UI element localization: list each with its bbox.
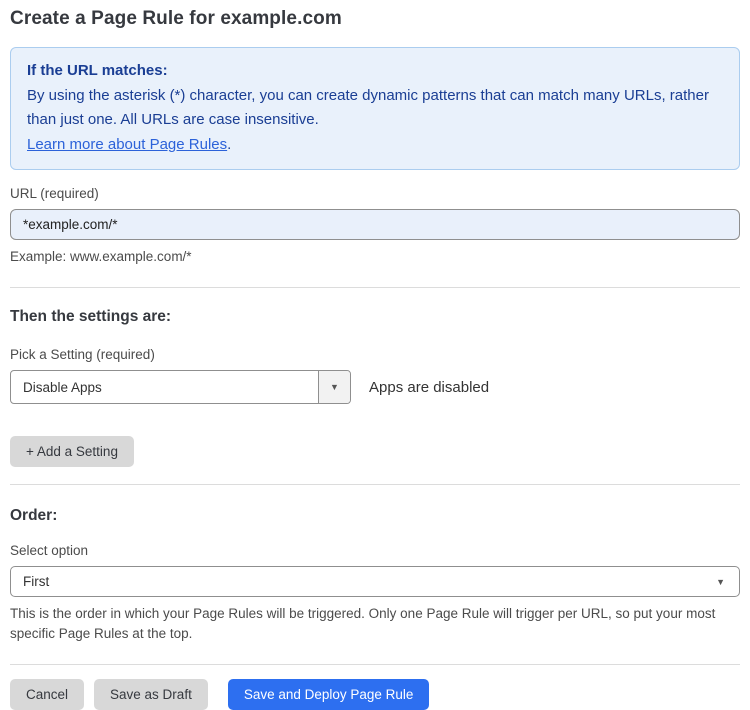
order-select[interactable]: First ▼ bbox=[10, 566, 740, 597]
order-heading: Order: bbox=[10, 507, 58, 524]
save-and-deploy-button[interactable]: Save and Deploy Page Rule bbox=[227, 679, 430, 710]
divider bbox=[10, 287, 740, 288]
settings-heading: Then the settings are: bbox=[10, 308, 172, 325]
url-example-text: Example: www.example.com/* bbox=[10, 249, 192, 264]
url-match-info-box: If the URL matches: By using the asteris… bbox=[10, 47, 740, 170]
pick-setting-label: Pick a Setting (required) bbox=[10, 347, 155, 362]
link-period: . bbox=[227, 135, 232, 153]
info-box-link-line: Learn more about Page Rules. bbox=[27, 133, 723, 158]
footer-button-row: Cancel Save as Draft Save and Deploy Pag… bbox=[10, 679, 740, 710]
setting-dropdown-value: Disable Apps bbox=[23, 379, 102, 395]
divider bbox=[10, 484, 740, 485]
save-as-draft-button[interactable]: Save as Draft bbox=[94, 679, 208, 710]
info-box-heading: If the URL matches: bbox=[27, 62, 168, 79]
cancel-button[interactable]: Cancel bbox=[10, 679, 85, 710]
setting-dropdown[interactable]: Disable Apps ▼ bbox=[10, 370, 351, 404]
divider bbox=[10, 664, 740, 665]
url-label: URL (required) bbox=[10, 186, 99, 201]
setting-dropdown-caret-button[interactable]: ▼ bbox=[318, 371, 350, 403]
chevron-down-icon: ▼ bbox=[716, 576, 725, 587]
page-title: Create a Page Rule for example.com bbox=[10, 8, 342, 29]
order-select-label: Select option bbox=[10, 543, 89, 558]
chevron-down-icon: ▼ bbox=[330, 382, 339, 392]
info-box-body: By using the asterisk (*) character, you… bbox=[27, 86, 709, 129]
learn-more-link[interactable]: Learn more about Page Rules bbox=[27, 136, 227, 153]
url-input[interactable] bbox=[10, 209, 740, 240]
add-setting-button[interactable]: + Add a Setting bbox=[10, 436, 134, 467]
order-select-value: First bbox=[23, 574, 50, 589]
order-help-text: This is the order in which your Page Rul… bbox=[10, 606, 716, 641]
setting-status-text: Apps are disabled bbox=[369, 378, 490, 396]
setting-row: Disable Apps ▼ Apps are disabled bbox=[10, 370, 740, 404]
